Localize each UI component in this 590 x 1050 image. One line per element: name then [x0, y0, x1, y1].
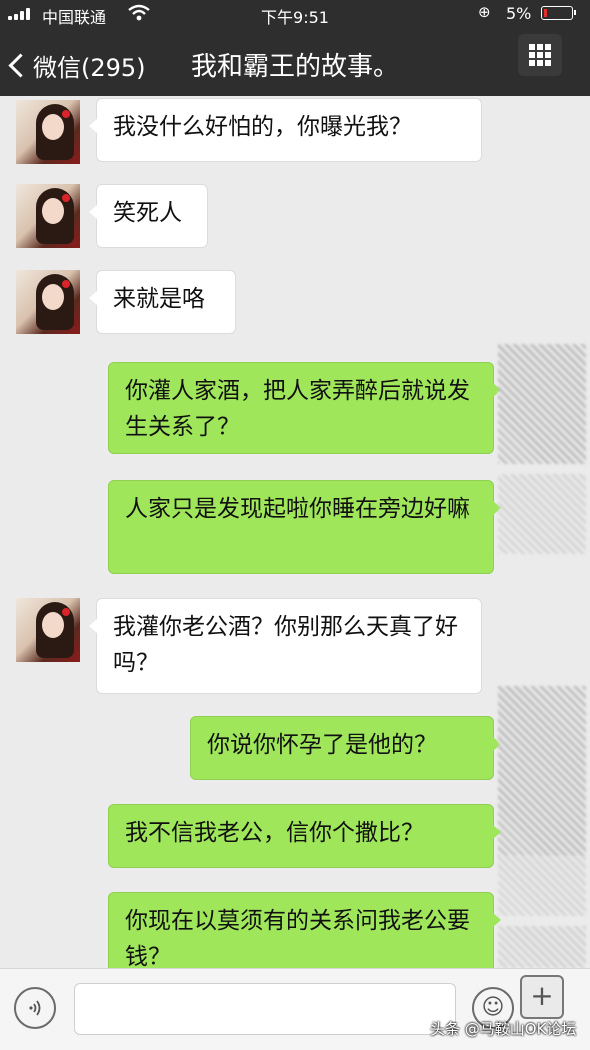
chat-title: 我和霸王的故事。 [190, 52, 399, 82]
contact-avatar[interactable] [16, 598, 80, 662]
message-bubble-outgoing[interactable]: 人家只是发现起啦你睡在旁边好嘛 [108, 480, 501, 574]
message-bubble-outgoing[interactable]: 你说你怀孕了是他的？ [190, 716, 501, 780]
redacted-avatar [498, 474, 586, 554]
redacted-avatar [498, 926, 586, 968]
orientation-lock-icon: ⊕ [478, 3, 491, 21]
message-bubble-outgoing[interactable]: 你灌人家酒，把人家弄醉后就说发生关系了？ [108, 362, 501, 454]
battery-icon [541, 6, 576, 20]
clock-time: 下午9:51 [261, 8, 329, 27]
watermark: 头条 @马鞍山OK论坛 [430, 1020, 577, 1038]
redacted-avatar [498, 686, 586, 856]
contact-avatar[interactable] [16, 270, 80, 334]
chat-header: 微信(295) 我和霸王的故事。 [0, 28, 590, 96]
message-bubble-incoming[interactable]: 我没什么好怕的，你曝光我？ [89, 98, 482, 162]
message-bubble-outgoing[interactable]: 你现在以莫须有的关系问我老公要钱？ [108, 892, 501, 968]
message-bubble-incoming[interactable]: 笑死人 [89, 184, 208, 248]
message-bubble-incoming[interactable]: 来就是咯 [89, 270, 236, 334]
message-bubble-incoming[interactable]: 我灌你老公酒？你别那么天真了好吗？ [89, 598, 482, 694]
chat-info-button[interactable] [518, 34, 562, 76]
grid-menu-icon [529, 44, 551, 66]
message-bubble-outgoing[interactable]: 我不信我老公，信你个撒比？ [108, 804, 501, 868]
contact-avatar[interactable] [16, 184, 80, 248]
message-list[interactable]: 我没什么好怕的，你曝光我？ 笑死人 来就是咯 你灌人家酒，把人家弄醉后就说发生关… [0, 96, 590, 968]
redacted-avatar [498, 344, 586, 464]
contact-avatar[interactable] [16, 100, 80, 164]
status-bar: 中国联通 下午9:51 ⊕ 5% [0, 0, 590, 28]
plus-icon[interactable]: + [520, 975, 564, 1019]
voice-icon[interactable] [14, 987, 56, 1029]
battery-percent: 5% [506, 4, 532, 23]
redacted-avatar [498, 856, 586, 916]
message-input[interactable] [74, 983, 456, 1035]
